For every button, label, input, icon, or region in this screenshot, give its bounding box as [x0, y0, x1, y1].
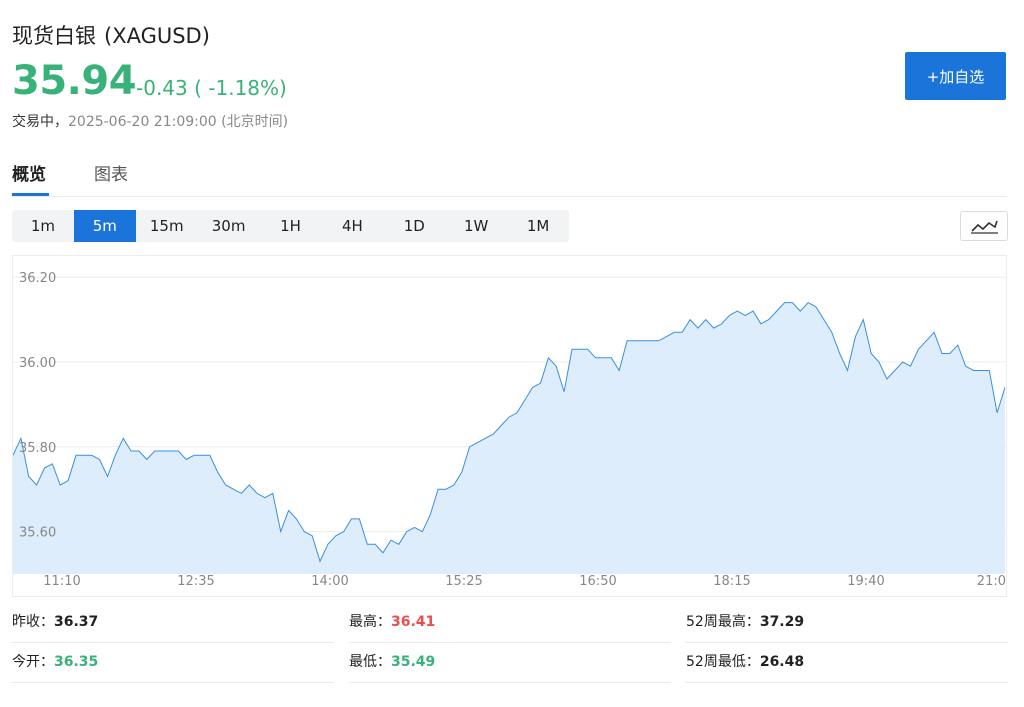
x-tick-label: 16:50: [579, 574, 616, 589]
y-tick-label: 35.80: [19, 441, 56, 456]
tab-overview[interactable]: 概览: [12, 160, 46, 185]
price-change: -0.43 ( -1.18%): [136, 76, 287, 100]
price-chart: 36.20 36.00 35.80 35.60 11:10 12:35 14:00 15:25…: [12, 255, 1007, 597]
x-tick-label: 12:35: [177, 574, 214, 589]
line-chart-icon: [971, 220, 998, 234]
period-30m[interactable]: 30m: [198, 210, 260, 242]
stat-label: 最高：: [349, 614, 391, 630]
instrument-title: 现货白银 (XAGUSD): [12, 20, 210, 50]
x-tick-label: 21:0: [977, 574, 1006, 589]
tab-bar: 概览 图表: [12, 158, 1007, 197]
stat-value: 36.41: [391, 614, 436, 630]
y-tick-label: 36.20: [19, 271, 56, 286]
period-15m[interactable]: 15m: [136, 210, 198, 242]
stat-value: 35.49: [391, 654, 436, 670]
stat-low: 最低：35.49: [349, 643, 671, 683]
stat-value: 37.29: [759, 614, 805, 630]
chart-type-toggle[interactable]: [960, 211, 1008, 241]
x-tick-label: 19:40: [847, 574, 884, 589]
active-tab-indicator: [12, 193, 49, 196]
stat-high: 最高：36.41: [349, 603, 671, 643]
trading-status: 交易中，2025-06-20 21:09:00 (北京时间): [12, 111, 288, 131]
period-1d[interactable]: 1D: [383, 210, 445, 242]
stat-label: 最低：: [349, 654, 391, 670]
stat-open: 今开：36.35: [12, 643, 334, 683]
trade-timestamp: 2025-06-20 21:09:00: [68, 114, 217, 130]
add-to-watchlist-button[interactable]: +加自选: [905, 52, 1006, 100]
x-tick-label: 15:25: [445, 574, 482, 589]
price-chart-svg: 36.20 36.00 35.80 35.60 11:10 12:35 14:00 15:25…: [13, 271, 1006, 589]
stat-value: 36.35: [54, 654, 99, 670]
x-tick-label: 14:00: [311, 574, 348, 589]
timezone-label: (北京时间): [221, 114, 289, 130]
period-1mo[interactable]: 1M: [507, 210, 569, 242]
stat-52w-high: 52周最高：37.29: [686, 603, 1008, 643]
stat-52w-low: 52周最低：26.48: [686, 643, 1008, 683]
instrument-code: (XAGUSD): [104, 24, 210, 48]
stat-label: 今开：: [12, 654, 54, 670]
stat-label: 52周最高：: [686, 614, 760, 630]
stat-label: 52周最低：: [686, 654, 760, 670]
stat-prev-close: 昨收：36.37: [12, 603, 334, 643]
stat-value: 26.48: [759, 654, 805, 670]
x-tick-label: 18:15: [713, 574, 750, 589]
period-1m[interactable]: 1m: [12, 210, 74, 242]
period-selector: 1m 5m 15m 30m 1H 4H 1D 1W 1M: [12, 210, 569, 242]
period-4h[interactable]: 4H: [321, 210, 383, 242]
price-area: [13, 302, 1005, 574]
current-price: 35.94: [12, 58, 137, 104]
stat-value: 36.37: [54, 614, 99, 630]
y-tick-label: 35.60: [19, 526, 56, 541]
trading-status-label: 交易中，: [12, 114, 68, 130]
stat-label: 昨收：: [12, 614, 54, 630]
period-1h[interactable]: 1H: [260, 210, 322, 242]
period-1w[interactable]: 1W: [445, 210, 507, 242]
instrument-name: 现货白银: [12, 24, 96, 48]
tab-chart[interactable]: 图表: [94, 160, 128, 185]
y-tick-label: 36.00: [19, 356, 56, 371]
x-tick-label: 11:10: [43, 574, 80, 589]
period-5m[interactable]: 5m: [73, 210, 136, 242]
